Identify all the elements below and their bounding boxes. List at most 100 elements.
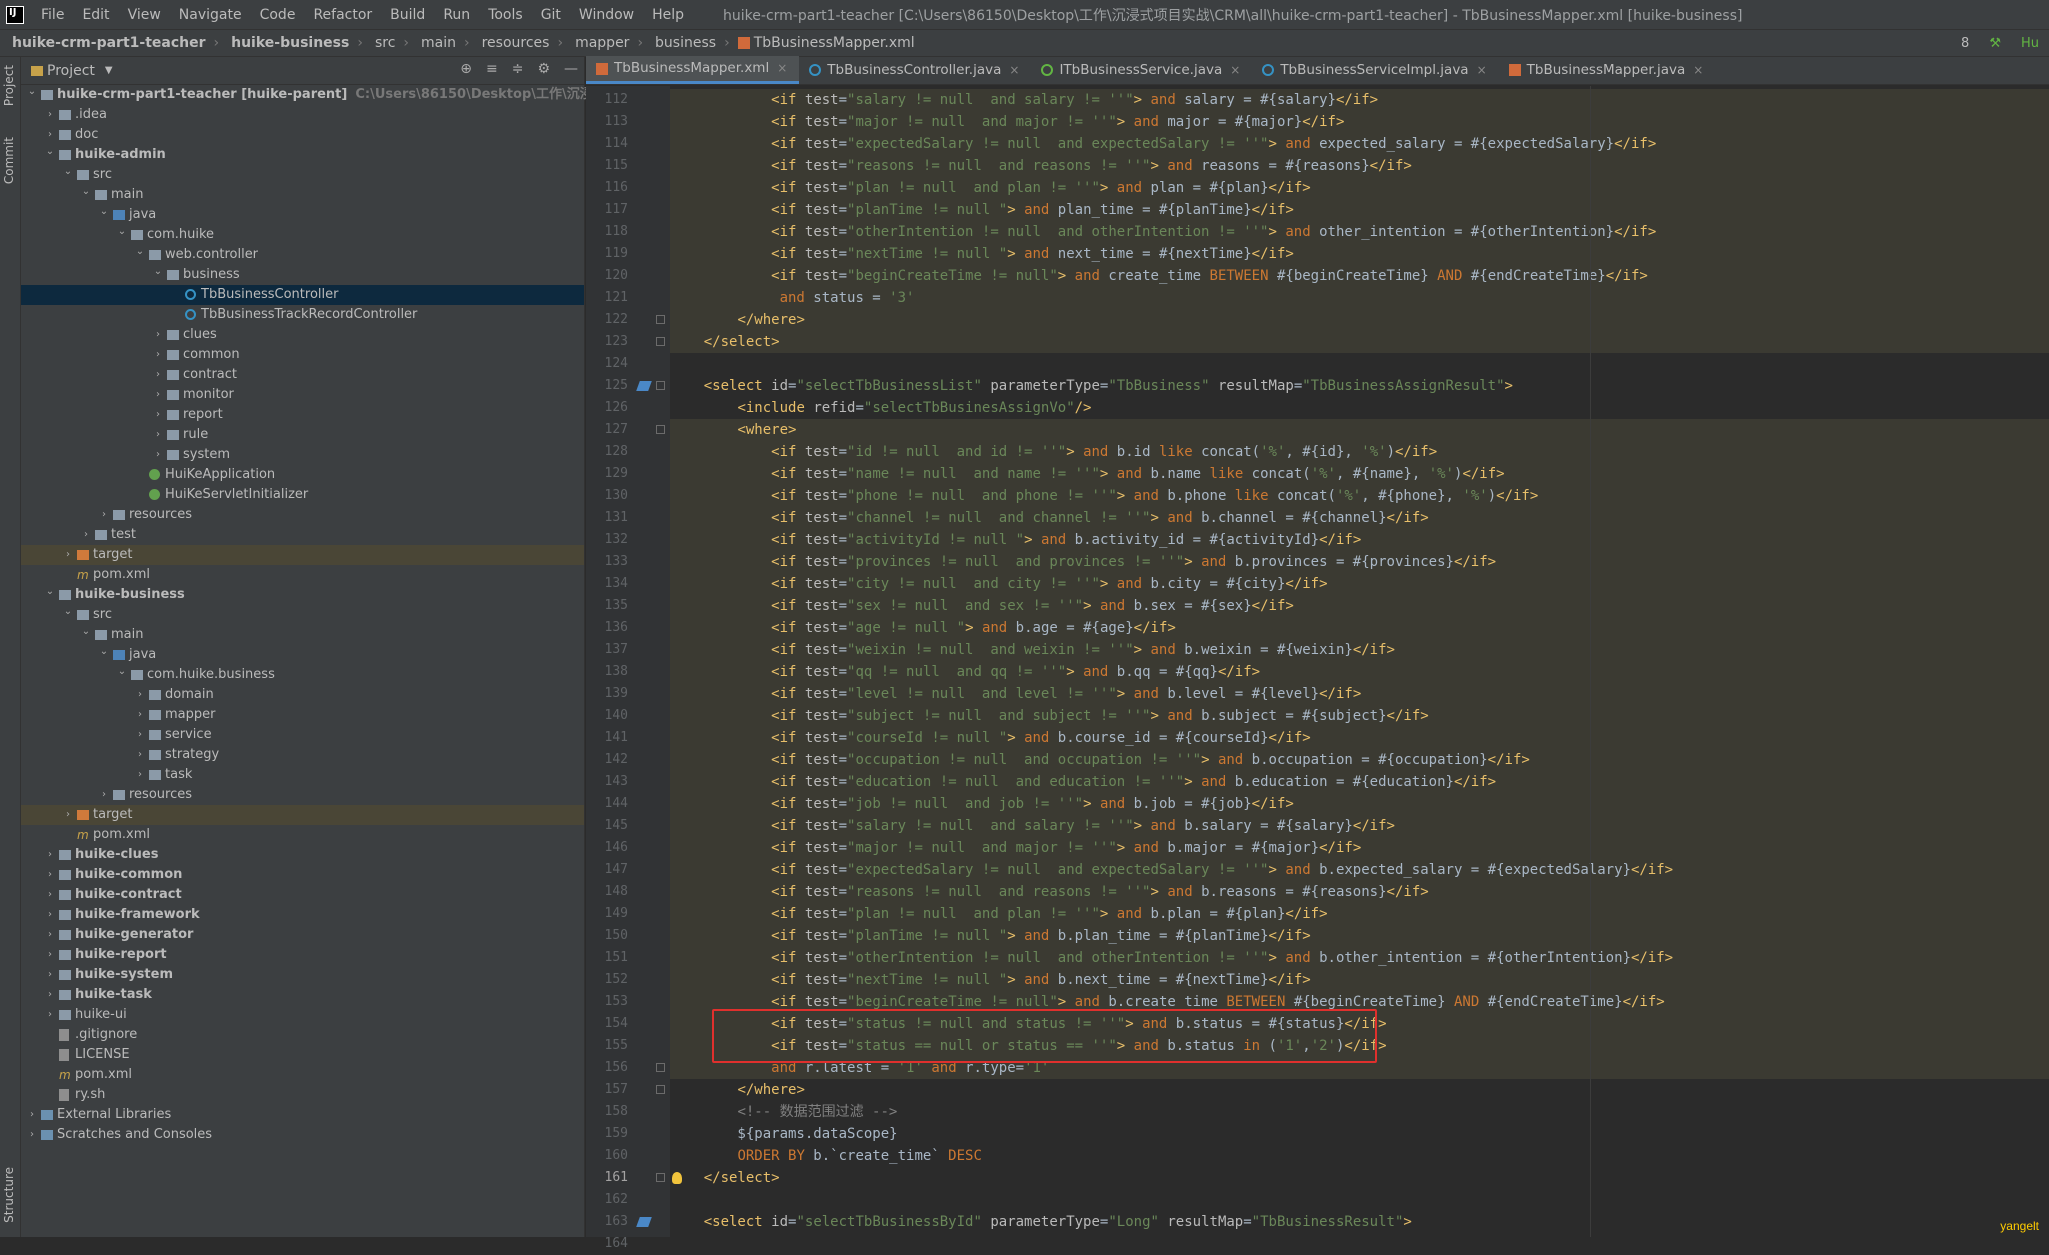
close-icon[interactable]: ×: [1477, 56, 1487, 84]
chevron-right-icon[interactable]: ›: [153, 325, 163, 345]
chevron-right-icon[interactable]: ›: [45, 885, 55, 905]
tree-node[interactable]: › task: [21, 765, 584, 785]
fold-marker-icon[interactable]: [656, 1173, 665, 1182]
chevron-down-icon[interactable]: ⌄: [135, 242, 145, 262]
fold-marker-icon[interactable]: [656, 425, 665, 434]
tree-node[interactable]: ⌄ java: [21, 205, 584, 225]
tree-node[interactable]: › monitor: [21, 385, 584, 405]
chevron-right-icon[interactable]: ›: [135, 685, 145, 705]
chevron-right-icon[interactable]: ›: [63, 545, 73, 565]
tree-node[interactable]: › huike-clues: [21, 845, 584, 865]
tree-node[interactable]: ⌄ web.controller: [21, 245, 584, 265]
chevron-right-icon[interactable]: ›: [45, 945, 55, 965]
tree-node[interactable]: LICENSE: [21, 1045, 584, 1065]
chevron-right-icon[interactable]: ›: [45, 105, 55, 125]
breadcrumb-item[interactable]: business: [655, 35, 716, 51]
tree-node[interactable]: ⌄ java: [21, 645, 584, 665]
mybatis-navigate-icon[interactable]: [636, 1217, 652, 1227]
chevron-down-icon[interactable]: ⌄: [99, 202, 109, 222]
tree-node[interactable]: ⌄ src: [21, 605, 584, 625]
chevron-right-icon[interactable]: ›: [81, 525, 91, 545]
tree-node[interactable]: › service: [21, 725, 584, 745]
breadcrumb-item[interactable]: src: [375, 35, 395, 51]
hide-icon[interactable]: —: [564, 61, 578, 77]
tab-tbbusinesscontroller-java[interactable]: TbBusinessController.java ×: [799, 56, 1031, 84]
tree-node[interactable]: › clues: [21, 325, 584, 345]
tree-node[interactable]: ⌄ src: [21, 165, 584, 185]
close-icon[interactable]: ×: [777, 56, 787, 81]
tree-node[interactable]: › Scratches and Consoles: [21, 1125, 584, 1145]
chevron-right-icon[interactable]: ›: [153, 365, 163, 385]
tree-node[interactable]: › contract: [21, 365, 584, 385]
tree-node[interactable]: › External Libraries: [21, 1105, 584, 1125]
tree-node[interactable]: ⌄ huike-crm-part1-teacher [huike-parent] C…: [21, 85, 682, 105]
tree-node[interactable]: ⌄ huike-admin: [21, 145, 584, 165]
chevron-right-icon[interactable]: ›: [99, 505, 109, 525]
menu-item-git[interactable]: Git: [541, 7, 561, 23]
chevron-right-icon[interactable]: ›: [45, 865, 55, 885]
menu-item-view[interactable]: View: [128, 7, 161, 23]
chevron-right-icon[interactable]: ›: [27, 1105, 37, 1125]
tree-node[interactable]: › doc: [21, 125, 584, 145]
tree-node[interactable]: HuiKeApplication: [21, 465, 584, 485]
menu-item-help[interactable]: Help: [652, 7, 684, 23]
menu-item-build[interactable]: Build: [390, 7, 425, 23]
chevron-down-icon[interactable]: ⌄: [45, 582, 55, 602]
chevron-right-icon[interactable]: ›: [45, 845, 55, 865]
hu-label[interactable]: Hu: [2021, 36, 2039, 51]
menu-item-navigate[interactable]: Navigate: [179, 7, 242, 23]
chevron-down-icon[interactable]: ⌄: [99, 642, 109, 662]
chevron-right-icon[interactable]: ›: [153, 345, 163, 365]
fold-marker-icon[interactable]: [656, 1085, 665, 1094]
gear-icon[interactable]: ⚙: [537, 61, 550, 77]
tree-node[interactable]: › .idea: [21, 105, 584, 125]
tree-node[interactable]: m pom.xml: [21, 825, 584, 845]
chevron-right-icon[interactable]: ›: [135, 705, 145, 725]
tab-tbbusinessmapper-java[interactable]: TbBusinessMapper.java ×: [1499, 56, 1716, 84]
chevron-right-icon[interactable]: ›: [135, 765, 145, 785]
chevron-right-icon[interactable]: ›: [99, 785, 109, 805]
tree-node[interactable]: ⌄ huike-business: [21, 585, 584, 605]
chevron-right-icon[interactable]: ›: [153, 405, 163, 425]
chevron-right-icon[interactable]: ›: [27, 1125, 37, 1145]
tree-node[interactable]: › strategy: [21, 745, 584, 765]
menu-item-edit[interactable]: Edit: [82, 7, 109, 23]
code-editor[interactable]: <if test="salary != null and salary != '…: [670, 86, 2049, 1237]
chevron-down-icon[interactable]: ⌄: [153, 262, 163, 282]
tree-node[interactable]: › rule: [21, 425, 584, 445]
tree-node[interactable]: › huike-contract: [21, 885, 584, 905]
close-icon[interactable]: ×: [1230, 56, 1240, 84]
menu-item-file[interactable]: File: [41, 7, 64, 23]
lightbulb-icon[interactable]: [672, 1172, 682, 1184]
menu-item-refactor[interactable]: Refactor: [313, 7, 372, 23]
chevron-down-icon[interactable]: ⌄: [117, 222, 127, 242]
tree-node[interactable]: › report: [21, 405, 584, 425]
fold-marker-icon[interactable]: [656, 381, 665, 390]
breadcrumb-item[interactable]: huike-business: [231, 35, 349, 51]
tree-node[interactable]: .gitignore: [21, 1025, 584, 1045]
tree-node[interactable]: HuiKeServletInitializer: [21, 485, 584, 505]
build-hammer-icon[interactable]: ⚒: [1989, 36, 2001, 51]
tab-tbbusinessmapper-xml[interactable]: TbBusinessMapper.xml ×: [586, 56, 800, 84]
fold-marker-icon[interactable]: [656, 315, 665, 324]
breadcrumb-item[interactable]: mapper: [575, 35, 629, 51]
tree-node[interactable]: ry.sh: [21, 1085, 584, 1105]
tree-node[interactable]: › resources: [21, 785, 584, 805]
mybatis-navigate-icon[interactable]: [636, 381, 652, 391]
user-icon[interactable]: 8: [1961, 36, 1969, 51]
close-icon[interactable]: ×: [1693, 56, 1703, 84]
tree-node[interactable]: › domain: [21, 685, 584, 705]
breadcrumb-item[interactable]: resources: [482, 35, 550, 51]
chevron-right-icon[interactable]: ›: [153, 385, 163, 405]
breadcrumb-item[interactable]: huike-crm-part1-teacher: [12, 35, 206, 51]
chevron-right-icon[interactable]: ›: [45, 925, 55, 945]
chevron-right-icon[interactable]: ›: [153, 445, 163, 465]
chevron-right-icon[interactable]: ›: [45, 1005, 55, 1025]
close-icon[interactable]: ×: [1009, 56, 1019, 84]
tree-node[interactable]: › test: [21, 525, 584, 545]
collapse-all-icon[interactable]: ≑: [512, 61, 524, 77]
expand-all-icon[interactable]: ≡: [486, 61, 498, 77]
tree-node[interactable]: › resources: [21, 505, 584, 525]
tree-node[interactable]: › huike-ui: [21, 1005, 584, 1025]
chevron-down-icon[interactable]: ⌄: [63, 162, 73, 182]
